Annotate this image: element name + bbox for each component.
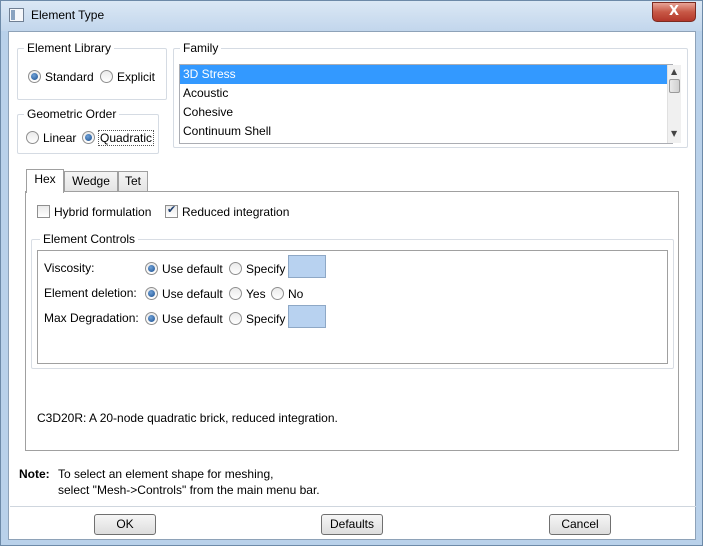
element-library-group: Element Library Standard Explicit — [17, 41, 167, 100]
dialog-window: Element Type X Element Library Standard … — [0, 0, 703, 546]
element-library-title: Element Library — [24, 41, 115, 55]
family-item-acoustic[interactable]: Acoustic — [180, 84, 672, 103]
max-degradation-label: Max Degradation: — [44, 311, 139, 325]
scroll-thumb[interactable] — [669, 79, 680, 93]
degradation-use-default-radio[interactable]: Use default — [145, 311, 223, 326]
tab-wedge[interactable]: Wedge — [64, 171, 118, 192]
radio-quadratic-indicator[interactable] — [82, 131, 95, 145]
deletion-no-radio[interactable]: No — [271, 286, 303, 301]
deletion-default-indicator[interactable] — [145, 287, 158, 301]
family-scrollbar[interactable]: ▲ ▼ — [667, 65, 681, 143]
viscosity-label: Viscosity: — [44, 261, 95, 275]
note-line-2: select "Mesh->Controls" from the main me… — [58, 483, 320, 497]
viscosity-specify-radio[interactable]: Specify — [229, 261, 285, 276]
degradation-specify-radio[interactable]: Specify — [229, 311, 285, 326]
reduced-integration-checkbox[interactable]: Reduced integration — [165, 203, 289, 219]
title-bar: Element Type X — [1, 1, 702, 31]
close-button[interactable]: X — [652, 2, 696, 22]
deletion-yes-indicator[interactable] — [229, 287, 242, 301]
element-description: C3D20R: A 20-node quadratic brick, reduc… — [37, 411, 338, 425]
radio-quadratic[interactable]: Quadratic — [82, 129, 155, 146]
element-controls-title: Element Controls — [40, 232, 139, 246]
window-title: Element Type — [31, 8, 105, 22]
deletion-no-indicator[interactable] — [271, 287, 284, 301]
cancel-button[interactable]: Cancel — [549, 514, 611, 535]
radio-linear[interactable]: Linear — [26, 130, 76, 145]
hex-tab-panel: Hybrid formulation Reduced integration E… — [25, 191, 679, 451]
radio-explicit[interactable]: Explicit — [100, 69, 155, 84]
element-controls-group: Element Controls Viscosity: Use default … — [31, 232, 674, 369]
element-controls-inner: Viscosity: Use default Specify Element d… — [37, 250, 668, 364]
degradation-default-indicator[interactable] — [145, 312, 158, 326]
viscosity-specify-indicator[interactable] — [229, 262, 242, 276]
tab-hex[interactable]: Hex — [26, 169, 64, 193]
scroll-up-icon[interactable]: ▲ — [671, 67, 677, 76]
family-item-cohesive[interactable]: Cohesive — [180, 103, 672, 122]
viscosity-default-indicator[interactable] — [145, 262, 158, 276]
radio-standard-indicator[interactable] — [28, 70, 41, 84]
viscosity-use-default-radio[interactable]: Use default — [145, 261, 223, 276]
degradation-specify-input[interactable] — [288, 305, 326, 328]
radio-explicit-indicator[interactable] — [100, 70, 113, 84]
geometric-order-group: Geometric Order Linear Quadratic — [17, 107, 159, 154]
ok-button[interactable]: OK — [94, 514, 156, 535]
radio-linear-indicator[interactable] — [26, 131, 39, 145]
note-line-1: To select an element shape for meshing, — [58, 467, 274, 481]
note-label: Note: — [19, 467, 50, 481]
dialog-client: Element Library Standard Explicit Geomet… — [8, 31, 696, 540]
window-icon — [9, 8, 24, 22]
geometric-order-title: Geometric Order — [24, 107, 120, 121]
hybrid-check-indicator[interactable] — [37, 205, 50, 219]
family-title: Family — [180, 41, 222, 55]
family-item-3d-stress[interactable]: 3D Stress — [180, 65, 672, 84]
degradation-specify-indicator[interactable] — [229, 312, 242, 326]
hybrid-formulation-checkbox[interactable]: Hybrid formulation — [37, 204, 151, 219]
button-separator — [10, 506, 696, 507]
scroll-down-icon[interactable]: ▼ — [671, 129, 677, 138]
family-item-continuum-shell[interactable]: Continuum Shell — [180, 122, 672, 141]
deletion-use-default-radio[interactable]: Use default — [145, 286, 223, 301]
family-list[interactable]: 3D Stress Acoustic Cohesive Continuum Sh… — [179, 64, 673, 144]
viscosity-specify-input[interactable] — [288, 255, 326, 278]
defaults-button[interactable]: Defaults — [321, 514, 383, 535]
element-deletion-label: Element deletion: — [44, 286, 137, 300]
tab-tet[interactable]: Tet — [118, 171, 148, 192]
reduced-check-indicator[interactable] — [165, 203, 178, 219]
deletion-yes-radio[interactable]: Yes — [229, 286, 266, 301]
radio-standard[interactable]: Standard — [28, 69, 94, 84]
